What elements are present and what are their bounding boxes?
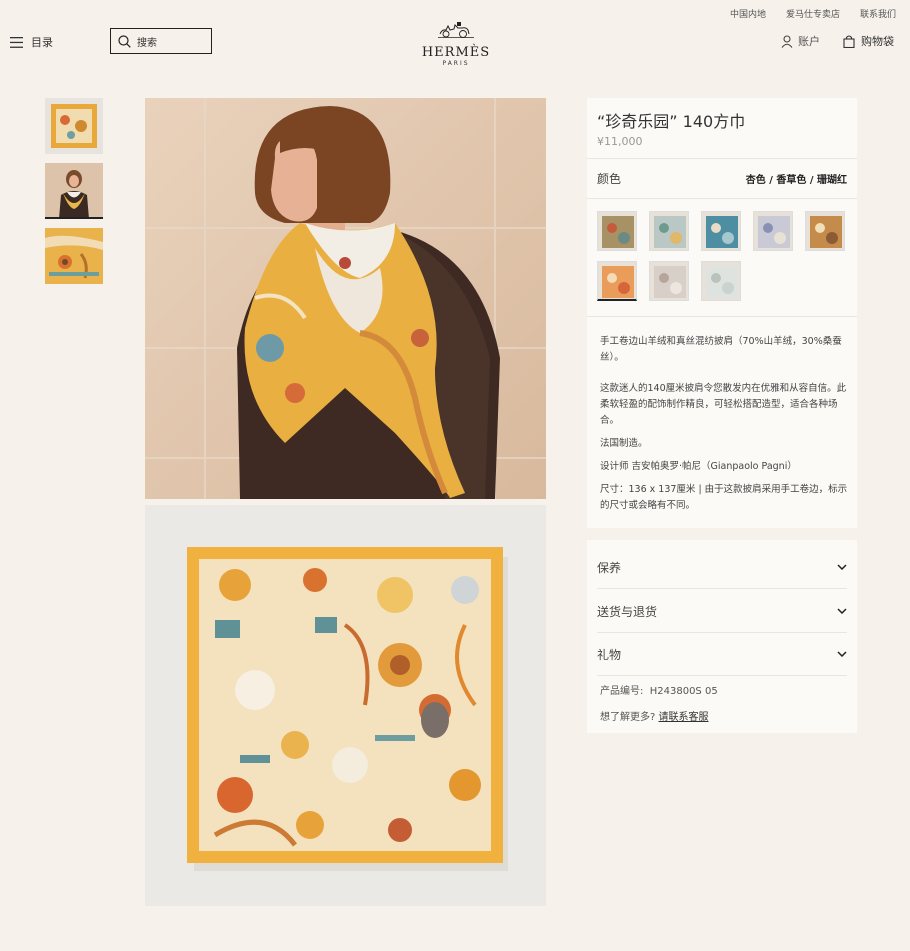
hamburger-icon — [10, 36, 23, 48]
color-swatch-6-selected[interactable] — [597, 261, 637, 301]
thumbnail-image — [45, 228, 103, 284]
description-designer: 设计师 吉安帕奥罗·帕尼（Gianpaolo Pagni） — [600, 461, 797, 472]
more-info-label: 想了解更多? — [600, 712, 656, 723]
description-size: 尺寸：136 x 137厘米 | 由于这款披肩采用手工卷边，标示的尺寸或会略有不… — [600, 484, 848, 511]
chevron-down-icon — [837, 564, 847, 570]
accordion-shipping[interactable]: 送货与退货 — [597, 590, 847, 633]
selected-color-name: 杏色 / 香草色 / 珊瑚红 — [745, 175, 847, 186]
description-material: 手工卷边山羊绒和真丝混纺披肩（70%山羊绒，30%桑蚕丝）。 — [600, 336, 842, 363]
contact-service-link[interactable]: 请联系客服 — [659, 712, 709, 723]
thumbnail-image — [45, 98, 103, 154]
divider — [587, 158, 857, 159]
scarf-photo — [145, 505, 546, 906]
user-icon — [781, 34, 793, 48]
product-code: 产品编号: H243800S 05 — [600, 682, 718, 697]
color-label: 颜色 — [597, 172, 622, 186]
color-swatch-7[interactable] — [649, 261, 689, 301]
brand-name: HERMÈS — [421, 45, 491, 60]
chevron-down-icon — [837, 608, 847, 614]
chevron-down-icon — [837, 651, 847, 657]
accordion-gift-label: 礼物 — [597, 647, 622, 662]
account-button[interactable]: 账户 — [781, 33, 820, 49]
description-origin: 法国制造。 — [600, 438, 648, 449]
color-swatch-5[interactable] — [805, 211, 845, 251]
product-code-label: 产品编号: — [600, 686, 644, 697]
color-swatch-2[interactable] — [649, 211, 689, 251]
more-info: 想了解更多? 请联系客服 — [600, 708, 709, 723]
stores-link[interactable]: 爱马仕专卖店 — [786, 7, 840, 20]
divider — [587, 316, 857, 317]
accordion-care[interactable]: 保养 — [597, 546, 847, 589]
model-photo — [145, 98, 546, 499]
product-info-panel: “珍奇乐园” 140方巾 ¥11,000 颜色 杏色 / 香草色 / 珊瑚红 手… — [587, 98, 857, 528]
search-icon — [118, 34, 131, 48]
color-swatch-3[interactable] — [701, 211, 741, 251]
accordion-shipping-label: 送货与退货 — [597, 604, 658, 619]
carriage-logo-icon — [438, 22, 474, 38]
color-swatch-1[interactable] — [597, 211, 637, 251]
region-link[interactable]: 中国内地 — [730, 7, 766, 20]
search-box[interactable]: 搜索 — [110, 28, 212, 54]
brand-logo[interactable]: HERMÈS PARIS — [418, 20, 494, 67]
menu-label: 目录 — [31, 36, 53, 49]
product-image-model[interactable] — [145, 98, 546, 499]
description-text: 这款迷人的140厘米披肩令您散发内在优雅和从容自信。此柔软轻盈的配饰制作精良，可… — [600, 383, 847, 426]
product-title: “珍奇乐园” 140方巾 — [597, 112, 746, 131]
product-price: ¥11,000 — [597, 135, 643, 148]
shopping-bag-icon — [843, 34, 855, 48]
cart-button[interactable]: 购物袋 — [843, 33, 894, 49]
accordion-care-label: 保养 — [597, 560, 622, 575]
thumbnail-scarf-detail[interactable] — [45, 228, 103, 284]
color-swatch-8[interactable] — [701, 261, 741, 301]
thumbnail-model[interactable] — [45, 163, 103, 219]
brand-city: PARIS — [442, 60, 470, 67]
thumbnail-scarf-flat[interactable] — [45, 98, 103, 154]
search-input[interactable]: 搜索 — [137, 34, 157, 49]
product-code-value: H243800S 05 — [649, 686, 718, 697]
divider — [587, 198, 857, 199]
details-panel: 保养 送货与退货 礼物 产品编号: H243800S 05 想了解更多? 请联系… — [587, 540, 857, 733]
account-label: 账户 — [798, 35, 820, 48]
thumbnail-image — [45, 163, 103, 217]
accordion-gift[interactable]: 礼物 — [597, 633, 847, 676]
top-links: 中国内地 爱马仕专卖店 联系我们 — [730, 7, 896, 20]
product-image-flat[interactable] — [145, 505, 546, 906]
color-swatch-4[interactable] — [753, 211, 793, 251]
menu-button[interactable]: 目录 — [10, 34, 53, 50]
contact-link[interactable]: 联系我们 — [860, 7, 896, 20]
cart-label: 购物袋 — [861, 35, 894, 48]
